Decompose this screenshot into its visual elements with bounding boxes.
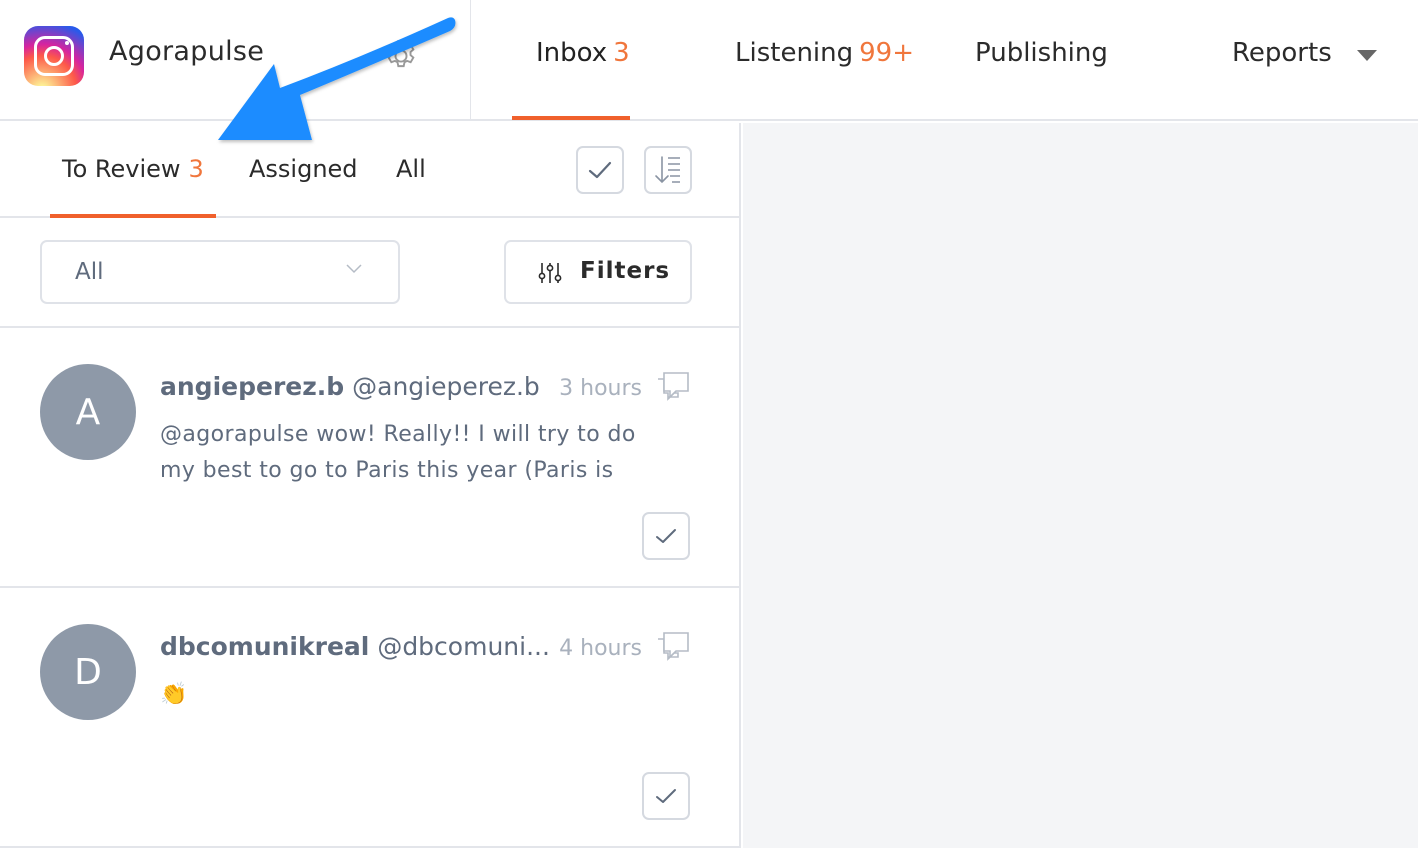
gear-icon[interactable] xyxy=(382,37,420,75)
mark-reviewed-button[interactable] xyxy=(642,772,690,820)
inbox-panel: To Review 3 Assigned All All Filters A a… xyxy=(0,123,741,848)
nav-tab-label: Listening xyxy=(735,38,854,68)
message-type-select[interactable]: All xyxy=(40,240,400,304)
filter-bar: All Filters xyxy=(0,218,739,328)
message-body: @agorapulse wow! Really!! I will try to … xyxy=(160,422,636,483)
account-name: Agorapulse xyxy=(109,36,265,67)
subtab-label: Assigned xyxy=(249,155,358,183)
sort-descending-icon xyxy=(655,156,680,184)
author-handle: @dbcomuni... xyxy=(377,632,550,661)
nav-tab-reports[interactable]: Reports xyxy=(1232,38,1332,68)
check-icon xyxy=(656,529,676,543)
conversation-icon xyxy=(658,632,689,661)
subtab-all[interactable]: All xyxy=(396,155,426,183)
subtab-assigned[interactable]: Assigned xyxy=(249,155,358,183)
avatar: D xyxy=(40,624,136,720)
nav-tab-inbox[interactable]: Inbox 3 xyxy=(536,38,630,68)
subtab-label: All xyxy=(396,155,426,183)
sliders-icon xyxy=(538,263,562,283)
nav-tab-label: Inbox xyxy=(536,38,608,68)
avatar: A xyxy=(40,364,136,460)
filters-button[interactable]: Filters xyxy=(504,240,692,304)
author-name: angieperez.b xyxy=(160,372,345,401)
select-value: All xyxy=(75,259,104,285)
subtab-to-review[interactable]: To Review 3 xyxy=(62,155,204,183)
instagram-icon xyxy=(24,26,84,86)
inbox-subtabs: To Review 3 Assigned All xyxy=(0,123,739,218)
check-icon xyxy=(588,161,612,179)
nav-tab-publishing[interactable]: Publishing xyxy=(975,38,1108,68)
author-name: dbcomunikreal xyxy=(160,632,370,661)
message-detail-pane xyxy=(743,123,1418,848)
filters-label: Filters xyxy=(580,258,671,284)
mark-all-reviewed-button[interactable] xyxy=(576,146,624,194)
active-tab-indicator xyxy=(512,116,630,120)
to-review-count-badge: 3 xyxy=(188,155,204,183)
mark-reviewed-button[interactable] xyxy=(642,512,690,560)
conversation-icon xyxy=(658,372,689,401)
message-body: 👏 xyxy=(160,682,188,707)
message-item[interactable]: A angieperez.b @angieperez.b 3 hours @ag… xyxy=(0,328,739,588)
message-item[interactable]: D dbcomunikreal @dbcomuni... 4 hours 👏 xyxy=(0,588,739,848)
message-time: 4 hours xyxy=(555,636,642,661)
listening-count-badge: 99+ xyxy=(859,38,915,68)
sort-button[interactable] xyxy=(644,146,692,194)
account-switcher[interactable]: Agorapulse xyxy=(0,0,471,121)
top-header: Agorapulse Inbox 3 Listening 99+ Publishin… xyxy=(0,0,1418,121)
nav-tab-label: Publishing xyxy=(975,38,1108,68)
main-navigation: Inbox 3 Listening 99+ Publishing Reports xyxy=(472,0,1418,121)
caret-down-icon[interactable] xyxy=(1357,50,1377,61)
check-icon xyxy=(656,789,676,803)
chevron-down-icon xyxy=(346,264,362,274)
inbox-count-badge: 3 xyxy=(613,38,630,68)
author-handle: @angieperez.b xyxy=(352,372,540,401)
message-time: 3 hours xyxy=(555,376,642,401)
subtab-label: To Review xyxy=(62,155,181,183)
nav-tab-listening[interactable]: Listening 99+ xyxy=(735,38,914,68)
nav-tab-label: Reports xyxy=(1232,38,1332,68)
